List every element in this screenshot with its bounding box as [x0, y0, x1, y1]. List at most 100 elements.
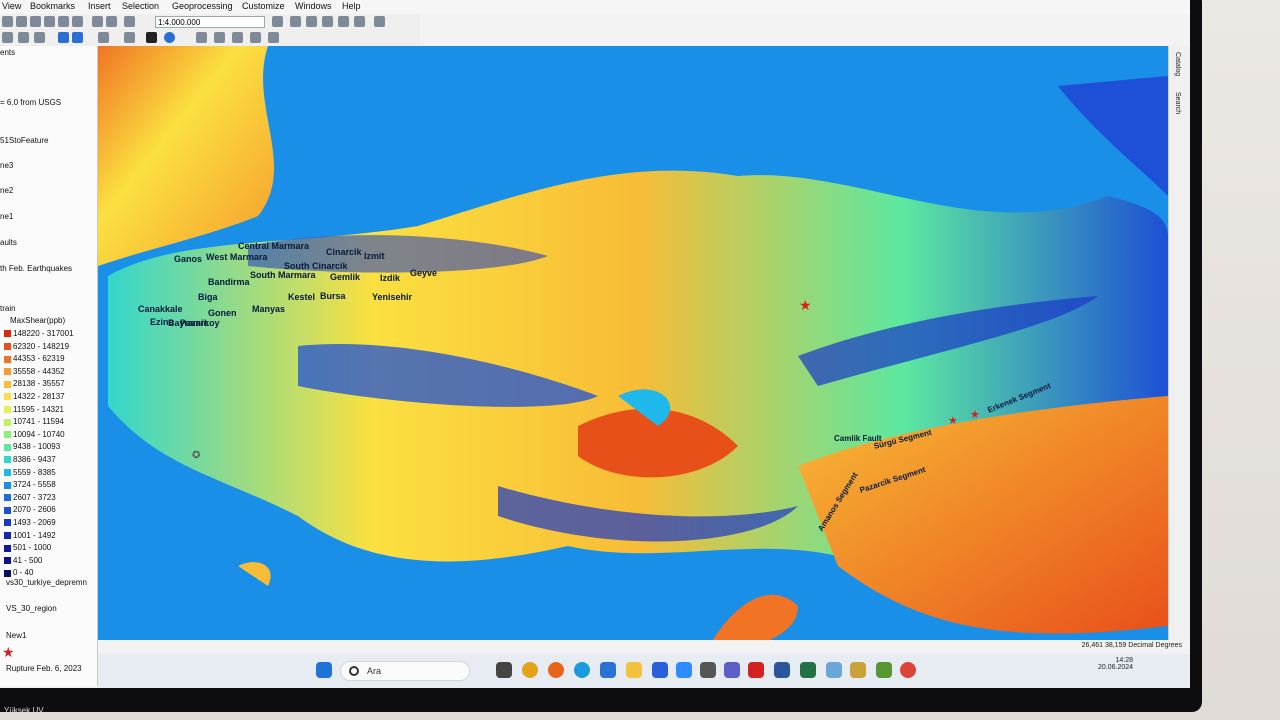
zoom-icon[interactable] — [676, 662, 692, 678]
legend-row: 8386 - 9437 — [4, 455, 56, 464]
back-icon[interactable] — [58, 32, 69, 43]
epicenter-star-icon: ★ — [799, 297, 812, 313]
find-icon[interactable] — [250, 32, 261, 43]
menu-bookmarks[interactable]: Bookmarks — [30, 1, 75, 11]
cut-icon[interactable] — [58, 16, 69, 27]
word-icon[interactable] — [774, 662, 790, 678]
save-icon[interactable] — [30, 16, 41, 27]
legend-row: 11595 - 14321 — [4, 405, 64, 414]
legend-label: 10094 - 10740 — [13, 429, 65, 439]
search-tab[interactable]: Search — [1174, 92, 1181, 114]
legend-swatch — [4, 405, 11, 413]
toc-icon[interactable] — [306, 16, 317, 27]
measure-icon[interactable] — [214, 32, 225, 43]
monitor-bezel: View Bookmarks Insert Selection Geoproce… — [0, 0, 1202, 712]
legend-label: 10741 - 11594 — [13, 417, 65, 427]
toc-layer-faults[interactable]: aults — [0, 238, 17, 247]
toc-layer-vs30-region[interactable]: VS_30_region — [6, 604, 57, 613]
undo-icon[interactable] — [92, 16, 103, 27]
toc-layer-ne1[interactable]: ne1 — [0, 212, 13, 221]
map-label-kestel: Kestel — [288, 292, 316, 302]
toc-layer-vs30[interactable]: vs30_turkiye_depremn — [6, 578, 87, 587]
menu-help[interactable]: Help — [342, 1, 361, 11]
acrobat-icon[interactable] — [748, 662, 764, 678]
forward-icon[interactable] — [72, 32, 83, 43]
legend-swatch — [4, 368, 11, 376]
windows-start-icon[interactable] — [316, 662, 332, 678]
catalog-tab[interactable]: Catalog — [1174, 52, 1181, 76]
menu-customize[interactable]: Customize — [242, 1, 285, 11]
arrow-select-icon[interactable] — [146, 32, 157, 43]
legend-row: 2607 - 3723 — [4, 493, 56, 502]
status-bar: 26,461 38,159 Decimal Degrees — [98, 640, 1190, 654]
arctoolbox-icon[interactable] — [850, 662, 866, 678]
legend-swatch — [4, 330, 11, 338]
toc-layer-new1[interactable]: New1 — [6, 631, 26, 640]
excel-icon[interactable] — [800, 662, 816, 678]
mail-icon[interactable] — [652, 662, 668, 678]
arcmap-icon[interactable] — [826, 662, 842, 678]
chrome-alt-icon[interactable] — [900, 662, 916, 678]
table-icon[interactable] — [290, 16, 301, 27]
toolbox-icon[interactable] — [354, 16, 365, 27]
select-elements-icon[interactable] — [124, 32, 135, 43]
legend-swatch — [4, 494, 11, 502]
menu-view[interactable]: View — [2, 1, 21, 11]
legend-swatch — [4, 431, 11, 439]
map-scale-input[interactable]: 1:4.000.000 — [155, 16, 265, 28]
editor-icon[interactable] — [272, 16, 283, 27]
legend-row: 2070 - 2606 — [4, 505, 56, 514]
full-extent-icon[interactable] — [34, 32, 45, 43]
print-icon[interactable] — [44, 16, 55, 27]
edge-icon[interactable] — [574, 662, 590, 678]
legend-label: 14322 - 28137 — [13, 392, 65, 401]
new-icon[interactable] — [2, 16, 13, 27]
legend-label: 35558 - 44352 — [13, 366, 65, 376]
redo-icon[interactable] — [106, 16, 117, 27]
taskbar-search-input[interactable]: Ara — [340, 661, 470, 681]
identify-icon[interactable] — [164, 32, 175, 43]
open-icon[interactable] — [16, 16, 27, 27]
html-popup-icon[interactable] — [196, 32, 207, 43]
toc-layer-usgs[interactable]: = 6.0 from USGS — [0, 98, 61, 107]
teams-icon[interactable] — [724, 662, 740, 678]
legend-label: 9438 - 10093 — [13, 442, 61, 452]
legend-swatch — [4, 557, 11, 565]
toc-layer-strain[interactable]: train — [0, 304, 16, 313]
zoom-out-icon[interactable] — [18, 32, 29, 43]
legend-row: 14322 - 28137 — [4, 392, 65, 401]
legend-row: 10741 - 11594 — [4, 417, 64, 426]
ie-icon[interactable] — [600, 662, 616, 678]
firefox-icon[interactable] — [548, 662, 564, 678]
toc-layer-ne2[interactable]: ne2 — [0, 186, 13, 195]
catalog-icon[interactable] — [322, 16, 333, 27]
chrome-icon[interactable] — [522, 662, 538, 678]
qgis-icon[interactable] — [876, 662, 892, 678]
python-icon[interactable] — [374, 16, 385, 27]
clock[interactable]: 14:28 20.06.2024 — [1098, 657, 1133, 671]
map-view[interactable]: ★ ★ ★ ✪ Central Marmara Cinarcik Izmit G… — [98, 46, 1168, 640]
toc-layer-ne3[interactable]: ne3 — [0, 161, 13, 170]
menu-geoprocessing[interactable]: Geoprocessing — [172, 1, 233, 11]
legend-label: 62320 - 148219 — [13, 341, 70, 351]
menu-windows[interactable]: Windows — [295, 1, 332, 11]
menu-insert[interactable]: Insert — [88, 1, 111, 11]
zoom-in-icon[interactable] — [2, 32, 13, 43]
toc-layer-earthquakes[interactable]: th Feb. Earthquakes — [0, 264, 72, 273]
menu-selection[interactable]: Selection — [122, 1, 159, 11]
copy-icon[interactable] — [72, 16, 83, 27]
task-view-icon[interactable] — [496, 662, 512, 678]
calculator-icon[interactable] — [700, 662, 716, 678]
search-tool-icon[interactable] — [338, 16, 349, 27]
arcmap-window: View Bookmarks Insert Selection Geoproce… — [0, 0, 1190, 688]
legend-label: 1001 - 1492 — [13, 530, 56, 540]
hyperlink-icon[interactable] — [232, 32, 243, 43]
legend-swatch — [4, 468, 11, 476]
time-slider-icon[interactable] — [268, 32, 279, 43]
toc-layer-rupture[interactable]: Rupture Feb. 6, 2023 — [6, 664, 82, 673]
toc-layer-feature[interactable]: 51StoFeature — [0, 136, 48, 145]
file-explorer-icon[interactable] — [626, 662, 642, 678]
legend-label: 28138 - 35557 — [13, 379, 65, 389]
add-data-icon[interactable] — [124, 16, 135, 27]
pan-icon[interactable] — [98, 32, 109, 43]
